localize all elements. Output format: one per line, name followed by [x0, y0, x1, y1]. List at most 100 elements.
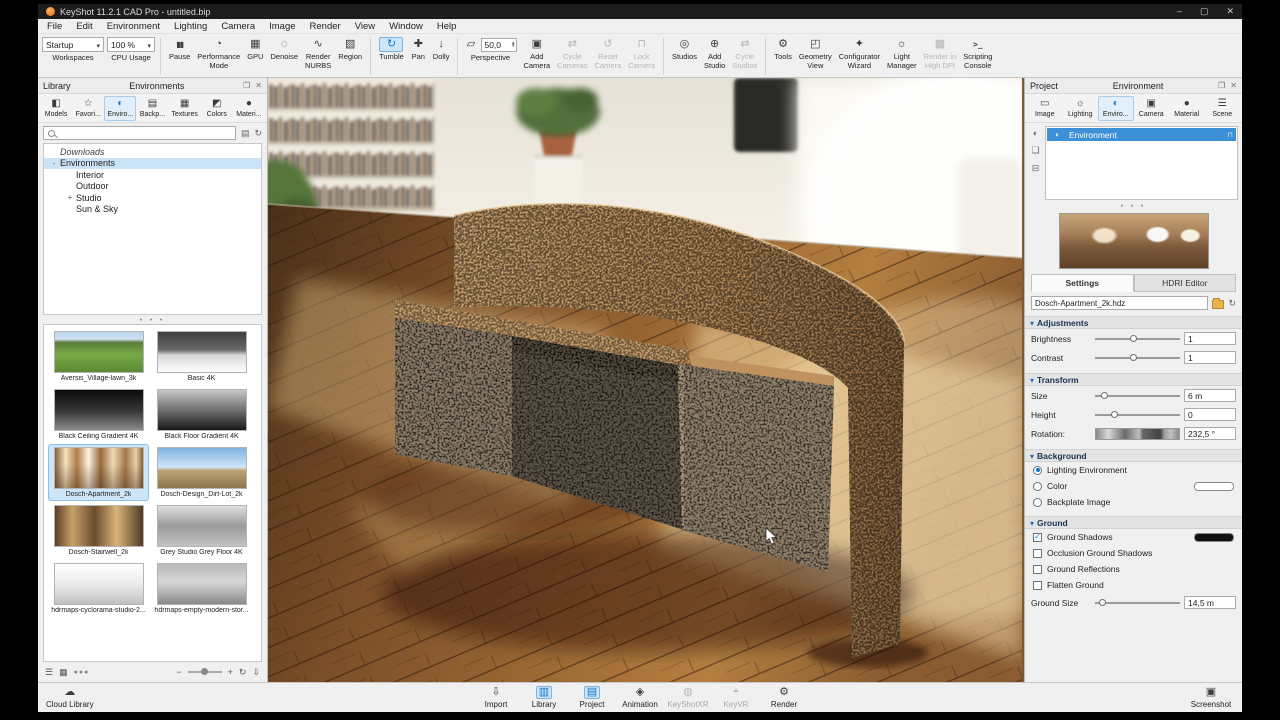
project-tab[interactable]: Image [1027, 96, 1063, 121]
toolbar-button[interactable]: Cycle Studios [729, 36, 760, 71]
environment-thumbnail[interactable]: Black Floor Gradient 4K [152, 387, 251, 442]
toolbar-button[interactable]: Tools [771, 36, 795, 71]
taskbar-button[interactable]: Project [569, 686, 615, 709]
toolbar-button[interactable]: Scripting Console [960, 36, 995, 71]
library-tab[interactable]: Textures [169, 96, 201, 121]
taskbar-button[interactable]: Library [521, 686, 567, 709]
library-tab[interactable]: Favori... [72, 96, 104, 121]
background-section-header[interactable]: Background [1025, 449, 1242, 462]
background-option[interactable]: Lighting Environment [1025, 462, 1242, 478]
taskbar-button[interactable]: Import [473, 686, 519, 709]
toolbar-button[interactable]: Pause [166, 36, 193, 71]
panel-splitter[interactable] [1025, 201, 1242, 210]
folder-view-icon[interactable]: ▤ [241, 128, 250, 139]
menu-item[interactable]: Lighting [167, 21, 214, 32]
taskbar-button[interactable]: Cloud Library [46, 686, 94, 709]
add-environment-icon[interactable]: ◐ [1033, 128, 1038, 138]
toolbar-button[interactable]: Render in High DPI [921, 36, 960, 71]
ground-option[interactable]: Flatten Ground [1025, 577, 1242, 593]
tree-item[interactable]: Outdoor [44, 181, 261, 193]
close-icon[interactable] [255, 81, 262, 90]
transform-section-header[interactable]: Transform [1025, 373, 1242, 386]
taskbar-button[interactable]: KeyVR [713, 686, 759, 709]
project-tab[interactable]: Material [1169, 96, 1205, 121]
environment-thumbnail[interactable]: Dosch-Apartment_2k [48, 444, 149, 501]
rotation-strip-control[interactable] [1095, 427, 1180, 440]
tree-item[interactable]: Sun & Sky [44, 204, 261, 216]
tree-item[interactable]: Interior [44, 169, 261, 181]
slider-handle[interactable] [1130, 334, 1138, 342]
environment-thumbnail[interactable]: Basic 4K [152, 329, 251, 384]
tree-item[interactable]: - Environments [44, 157, 261, 169]
environment-thumbnail[interactable]: Grey Studio Grey Floor 4K [152, 503, 251, 558]
menu-item[interactable]: File [40, 21, 69, 32]
refresh-icon[interactable]: ↻ [239, 667, 247, 678]
size-slider[interactable] [1095, 391, 1180, 401]
slider-handle[interactable] [1098, 598, 1106, 606]
size-value-input[interactable]: 6 m [1184, 389, 1236, 402]
toolbar-button[interactable]: Performance Mode [194, 36, 243, 71]
toolbar-button[interactable]: Tumble [376, 36, 407, 63]
toolbar-button[interactable]: Configurator Wizard [836, 36, 883, 71]
tree-item[interactable]: Downloads [44, 146, 261, 158]
maximize-button[interactable] [1200, 6, 1209, 17]
menu-item[interactable]: View [348, 21, 382, 32]
tree-expander-icon[interactable]: + [66, 193, 74, 202]
search-input[interactable] [43, 126, 236, 140]
close-button[interactable] [1226, 6, 1234, 17]
library-tab[interactable]: Materi... [233, 96, 265, 121]
perspective-value-input[interactable]: 50,0 [481, 37, 518, 52]
ground-section-header[interactable]: Ground [1025, 516, 1242, 529]
slider-handle[interactable] [1110, 410, 1118, 418]
ground-option[interactable]: Occlusion Ground Shadows [1025, 545, 1242, 561]
hdri-file-input[interactable]: Dosch-Apartment_2k.hdz [1031, 296, 1209, 310]
menu-item[interactable]: Render [303, 21, 348, 32]
environment-thumbnail[interactable]: Aversis_Village-lawn_3k [49, 329, 148, 384]
project-tab[interactable]: Enviro... [1098, 96, 1134, 121]
toolbar-button[interactable]: Studios [669, 36, 700, 71]
zoom-out-icon[interactable]: − [176, 667, 181, 677]
library-tab[interactable]: Colors [201, 96, 233, 121]
environment-subtab[interactable]: HDRI Editor [1133, 274, 1236, 292]
viewport-3d[interactable] [268, 78, 1024, 682]
environment-thumbnail[interactable]: hdrmaps-cyclorama-studio-2... [49, 561, 148, 616]
grid-view-icon[interactable]: ▦ [59, 667, 68, 678]
project-tab[interactable]: Scene [1205, 96, 1241, 121]
toolbar-button[interactable]: Lock Camera [625, 36, 658, 71]
brightness-value-input[interactable]: 1 [1184, 332, 1236, 345]
taskbar-button[interactable]: Animation [617, 686, 663, 709]
slider-handle[interactable] [1100, 391, 1108, 399]
slider-handle[interactable] [201, 668, 209, 675]
panel-splitter[interactable] [38, 315, 267, 324]
library-tab[interactable]: Models [40, 96, 72, 121]
reload-hdri-icon[interactable]: ↻ [1228, 298, 1236, 309]
ground-size-slider[interactable] [1095, 598, 1180, 608]
menu-item[interactable]: Image [262, 21, 302, 32]
environment-thumbnail[interactable]: Dosch-Design_Dirt-Lot_2k [152, 445, 251, 500]
browse-folder-icon[interactable] [1212, 297, 1225, 309]
list-view-icon[interactable]: ☰ [45, 667, 53, 678]
spinner-arrows-icon[interactable] [512, 42, 515, 48]
brightness-slider[interactable] [1095, 334, 1180, 344]
ground-option[interactable]: Ground Shadows [1025, 529, 1242, 545]
environment-list-item[interactable]: Environment [1047, 128, 1236, 141]
workspaces-select[interactable]: Startup [42, 37, 104, 52]
thumbnail-size-slider[interactable] [187, 668, 222, 675]
contrast-slider[interactable] [1095, 353, 1180, 363]
toolbar-button[interactable]: Geometry View [796, 36, 835, 71]
height-slider[interactable] [1095, 410, 1180, 420]
slider-handle[interactable] [1130, 353, 1138, 361]
minimize-button[interactable] [1177, 6, 1182, 17]
taskbar-button[interactable]: Render [761, 686, 807, 709]
background-option[interactable]: Color [1025, 478, 1242, 494]
toolbar-button[interactable]: Cycle Cameras [554, 36, 590, 71]
cpu-usage-select[interactable]: 100 % [107, 37, 155, 52]
environment-thumbnail[interactable]: Dosch-Stairwell_2k [49, 503, 148, 558]
contrast-value-input[interactable]: 1 [1184, 351, 1236, 364]
delete-environment-icon[interactable]: ⊟ [1032, 163, 1040, 174]
toolbar-button[interactable]: Denoise [267, 36, 301, 71]
drag-handle-icon[interactable]: ●●● [74, 669, 90, 676]
download-icon[interactable]: ⇩ [252, 667, 260, 678]
toolbar-button[interactable]: Render NURBS [302, 36, 334, 71]
environment-thumbnail[interactable]: Black Ceiling Gradient 4K [49, 387, 148, 442]
